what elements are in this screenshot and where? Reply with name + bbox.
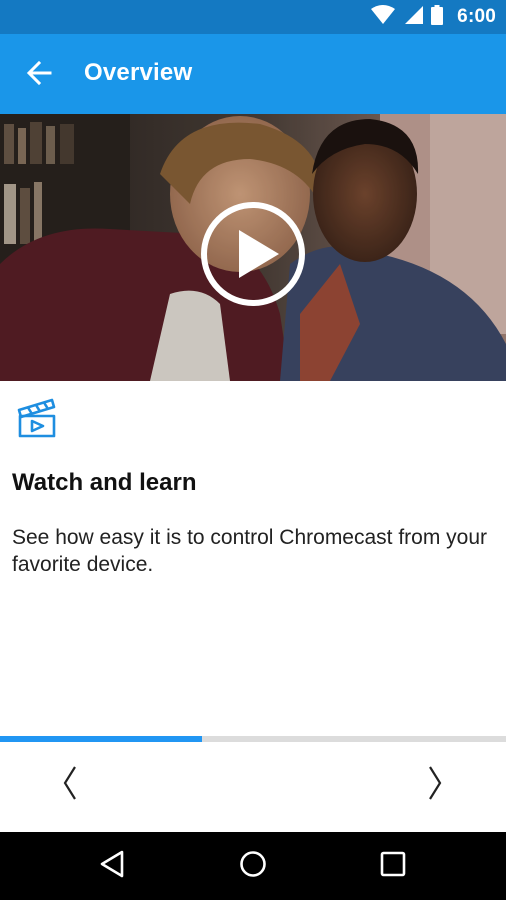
- status-icons: 6:00: [371, 0, 496, 34]
- arrow-back-icon: [26, 60, 52, 91]
- next-button[interactable]: [415, 760, 455, 810]
- signal-icon: [403, 5, 424, 30]
- system-recents-button[interactable]: [373, 846, 413, 886]
- progress-bar: [0, 736, 506, 742]
- chevron-right-icon: [425, 765, 445, 806]
- clapperboard-play-icon: [16, 396, 56, 438]
- wifi-icon: [371, 4, 396, 30]
- circle-home-icon: [239, 850, 267, 883]
- play-circle-icon: [199, 202, 307, 312]
- back-button[interactable]: [22, 58, 56, 92]
- video-thumbnail[interactable]: [0, 114, 506, 381]
- app-bar: Overview: [0, 34, 506, 114]
- section-description: See how easy it is to control Chromecast…: [12, 526, 488, 576]
- status-time: 6:00: [457, 6, 496, 27]
- section-heading: Watch and learn: [12, 469, 197, 496]
- chevron-left-icon: [60, 765, 80, 806]
- triangle-back-icon: [99, 850, 125, 883]
- battery-icon: [431, 4, 444, 30]
- previous-button[interactable]: [50, 760, 90, 810]
- status-bar: 6:00: [0, 0, 506, 34]
- system-navigation-bar: [0, 832, 506, 900]
- play-button[interactable]: [199, 200, 307, 308]
- system-back-button[interactable]: [92, 846, 132, 886]
- page-title: Overview: [84, 59, 193, 86]
- square-recents-icon: [380, 851, 406, 882]
- progress-fill: [0, 736, 203, 742]
- system-home-button[interactable]: [233, 846, 273, 886]
